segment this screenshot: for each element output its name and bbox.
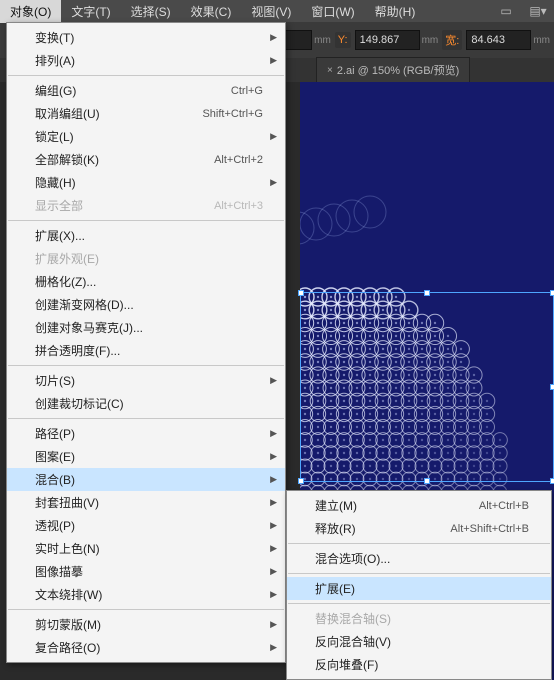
menu-item-label: 隐藏(H)	[35, 174, 263, 191]
menu-item-label: 剪切蒙版(M)	[35, 616, 263, 633]
menu-item: 显示全部Alt+Ctrl+3	[7, 194, 285, 217]
menu-item-label: 取消编组(U)	[35, 105, 202, 122]
workspace-dropdown-icon[interactable]: ▤▾	[524, 1, 552, 21]
menu-item[interactable]: 复合路径(O)	[7, 636, 285, 659]
unit-label: mm	[422, 35, 439, 46]
menu-item[interactable]: 封套扭曲(V)	[7, 491, 285, 514]
menu-item-label: 透视(P)	[35, 517, 263, 534]
menubar: 对象(O) 文字(T) 选择(S) 效果(C) 视图(V) 窗口(W) 帮助(H…	[0, 0, 554, 22]
menu-item[interactable]: 剪切蒙版(M)	[7, 613, 285, 636]
menu-item-label: 建立(M)	[315, 497, 479, 514]
unit-label: mm	[314, 35, 331, 46]
menu-item[interactable]: 文本绕排(W)	[7, 583, 285, 606]
menu-object[interactable]: 对象(O)	[0, 0, 61, 23]
menu-item[interactable]: 隐藏(H)	[7, 171, 285, 194]
menu-item-shortcut: Ctrl+G	[231, 85, 263, 97]
close-icon[interactable]: ×	[327, 65, 333, 76]
menu-item-label: 显示全部	[35, 197, 214, 214]
w-field[interactable]	[466, 30, 531, 50]
menu-window[interactable]: 窗口(W)	[301, 0, 364, 23]
menu-item-shortcut: Alt+Shift+Ctrl+B	[450, 523, 529, 535]
menu-view[interactable]: 视图(V)	[241, 0, 301, 23]
menu-item-shortcut: Alt+Ctrl+B	[479, 500, 529, 512]
menu-item-shortcut: Alt+Ctrl+2	[214, 154, 263, 166]
menu-item-label: 锁定(L)	[35, 128, 263, 145]
y-field[interactable]	[355, 30, 420, 50]
w-label: 宽:	[442, 30, 462, 50]
menu-item[interactable]: 栅格化(Z)...	[7, 270, 285, 293]
layout-icon[interactable]: ▭	[492, 1, 520, 21]
menu-item-label: 扩展外观(E)	[35, 250, 263, 267]
menu-item-label: 创建渐变网格(D)...	[35, 296, 263, 313]
menu-item[interactable]: 图像描摹	[7, 560, 285, 583]
menu-item-label: 栅格化(Z)...	[35, 273, 263, 290]
menu-item[interactable]: 混合选项(O)...	[287, 547, 551, 570]
menu-item: 扩展外观(E)	[7, 247, 285, 270]
menu-item-label: 实时上色(N)	[35, 540, 263, 557]
menu-effect[interactable]: 效果(C)	[181, 0, 242, 23]
menu-item-label: 扩展(X)...	[35, 227, 263, 244]
menu-select[interactable]: 选择(S)	[121, 0, 181, 23]
menu-item-label: 全部解锁(K)	[35, 151, 214, 168]
menu-item-label: 扩展(E)	[315, 580, 529, 597]
menu-item[interactable]: 反向混合轴(V)	[287, 630, 551, 653]
menu-item[interactable]: 编组(G)Ctrl+G	[7, 79, 285, 102]
menu-item-label: 拼合透明度(F)...	[35, 342, 263, 359]
menu-item[interactable]: 混合(B)	[7, 468, 285, 491]
y-label: Y:	[335, 32, 351, 48]
menu-item-label: 反向混合轴(V)	[315, 633, 529, 650]
menu-item: 替换混合轴(S)	[287, 607, 551, 630]
menu-item[interactable]: 扩展(X)...	[7, 224, 285, 247]
menu-item-label: 图案(E)	[35, 448, 263, 465]
menu-item-label: 创建对象马赛克(J)...	[35, 319, 263, 336]
object-menu: 变换(T)排列(A)编组(G)Ctrl+G取消编组(U)Shift+Ctrl+G…	[6, 22, 286, 663]
menu-item[interactable]: 锁定(L)	[7, 125, 285, 148]
menu-item-label: 复合路径(O)	[35, 639, 263, 656]
menu-item-label: 释放(R)	[315, 520, 450, 537]
menu-item-label: 替换混合轴(S)	[315, 610, 529, 627]
menu-item-label: 排列(A)	[35, 52, 263, 69]
menu-item[interactable]: 拼合透明度(F)...	[7, 339, 285, 362]
menu-item[interactable]: 建立(M)Alt+Ctrl+B	[287, 494, 551, 517]
selection-box	[300, 292, 554, 482]
blend-submenu: 建立(M)Alt+Ctrl+B释放(R)Alt+Shift+Ctrl+B混合选项…	[286, 490, 552, 680]
menu-item[interactable]: 变换(T)	[7, 26, 285, 49]
menu-item-label: 反向堆叠(F)	[315, 656, 529, 673]
menu-item[interactable]: 取消编组(U)Shift+Ctrl+G	[7, 102, 285, 125]
menu-type[interactable]: 文字(T)	[61, 0, 120, 23]
menu-item[interactable]: 扩展(E)	[287, 577, 551, 600]
menu-item[interactable]: 切片(S)	[7, 369, 285, 392]
menu-item-label: 路径(P)	[35, 425, 263, 442]
menu-item-label: 混合(B)	[35, 471, 263, 488]
menu-item[interactable]: 路径(P)	[7, 422, 285, 445]
menu-item[interactable]: 反向堆叠(F)	[287, 653, 551, 676]
menu-item-label: 混合选项(O)...	[315, 550, 529, 567]
menu-item-label: 创建裁切标记(C)	[35, 395, 263, 412]
menu-item-label: 图像描摹	[35, 563, 263, 580]
tab-title: 2.ai @ 150% (RGB/预览)	[337, 62, 459, 78]
menu-help[interactable]: 帮助(H)	[365, 0, 426, 23]
menu-item[interactable]: 创建渐变网格(D)...	[7, 293, 285, 316]
menu-item-label: 编组(G)	[35, 82, 231, 99]
menu-item-label: 切片(S)	[35, 372, 263, 389]
menu-item-shortcut: Alt+Ctrl+3	[214, 200, 263, 212]
unit-label: mm	[533, 35, 550, 46]
menu-item[interactable]: 排列(A)	[7, 49, 285, 72]
menu-item-label: 封套扭曲(V)	[35, 494, 263, 511]
tab-document[interactable]: × 2.ai @ 150% (RGB/预览)	[316, 57, 470, 82]
menu-item[interactable]: 透视(P)	[7, 514, 285, 537]
menu-item-label: 变换(T)	[35, 29, 263, 46]
menu-item[interactable]: 释放(R)Alt+Shift+Ctrl+B	[287, 517, 551, 540]
menu-item[interactable]: 创建裁切标记(C)	[7, 392, 285, 415]
menu-item[interactable]: 全部解锁(K)Alt+Ctrl+2	[7, 148, 285, 171]
menu-item[interactable]: 实时上色(N)	[7, 537, 285, 560]
menu-item[interactable]: 创建对象马赛克(J)...	[7, 316, 285, 339]
menu-item[interactable]: 图案(E)	[7, 445, 285, 468]
menu-item-shortcut: Shift+Ctrl+G	[202, 108, 263, 120]
menu-item-label: 文本绕排(W)	[35, 586, 263, 603]
